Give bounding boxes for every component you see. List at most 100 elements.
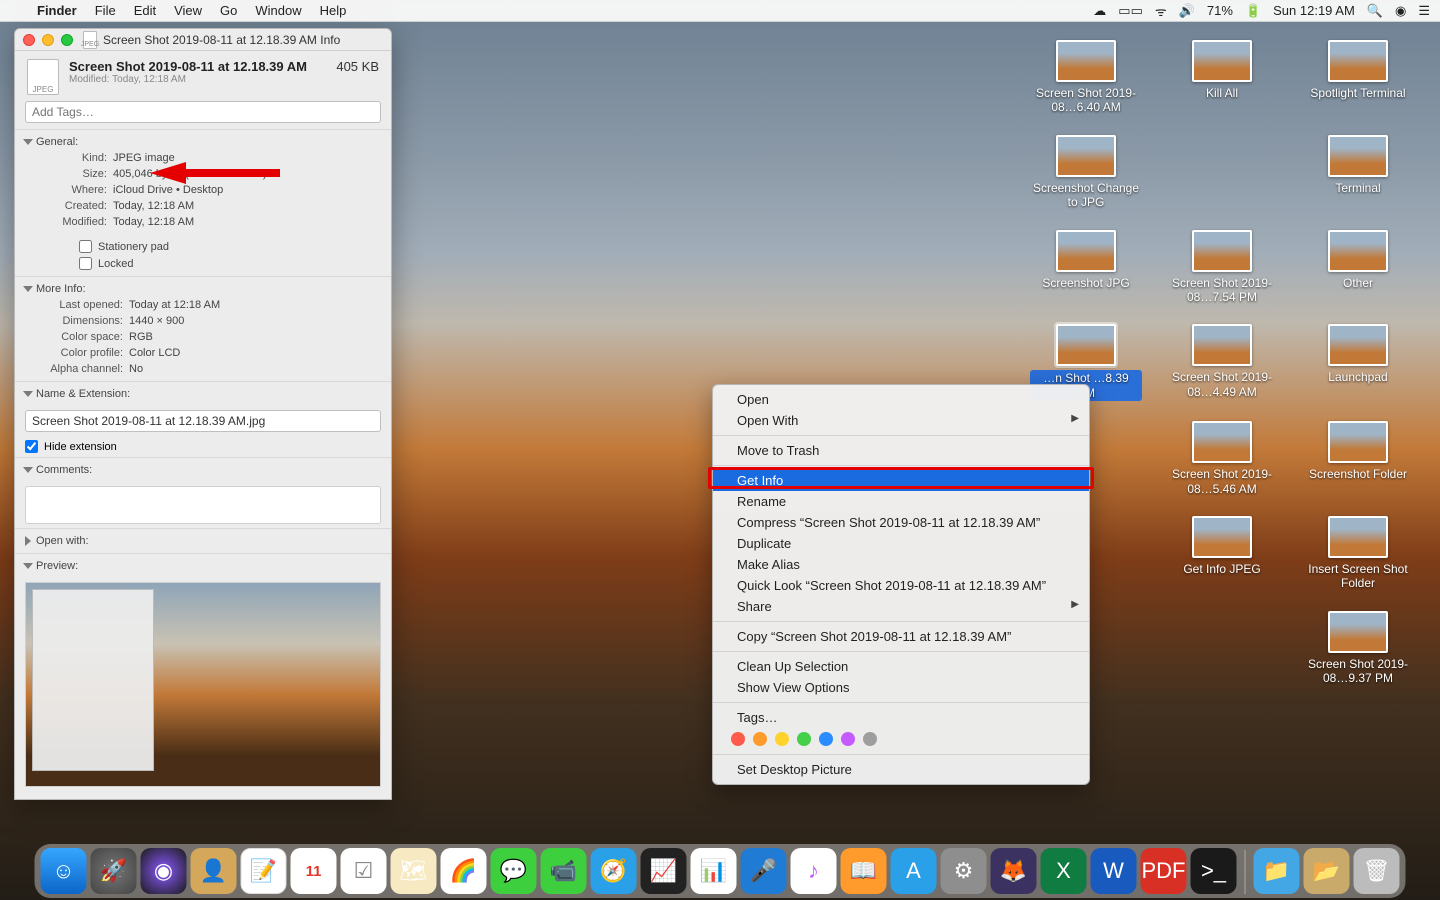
desktop-icon[interactable]: Screen Shot 2019-08…5.46 AM <box>1162 421 1282 496</box>
section-name-ext[interactable]: Name & Extension: <box>25 386 381 402</box>
dock-calendar-icon[interactable]: 11 <box>291 848 337 894</box>
file-thumbnail-icon: JPEG <box>27 59 59 95</box>
desktop-icon[interactable]: Insert Screen Shot Folder <box>1298 516 1418 591</box>
dock-pdf-icon[interactable]: PDF <box>1141 848 1187 894</box>
tag-color-dot[interactable] <box>753 732 767 746</box>
section-more-info[interactable]: More Info: <box>25 281 381 297</box>
dock-siri-icon[interactable]: ◉ <box>141 848 187 894</box>
menu-view-options[interactable]: Show View Options <box>713 677 1089 698</box>
icloud-upload-icon[interactable]: ☁︎ <box>1093 3 1106 19</box>
desktop-icon[interactable]: Screen Shot 2019-08…6.40 AM <box>1026 40 1146 115</box>
section-general[interactable]: General: <box>25 134 381 150</box>
dock-safari-icon[interactable]: 🧭 <box>591 848 637 894</box>
dock-stocks-icon[interactable]: 📈 <box>641 848 687 894</box>
desktop-icon[interactable]: Spotlight Terminal <box>1298 40 1418 115</box>
tag-color-dot[interactable] <box>731 732 745 746</box>
desktop-icon[interactable]: Get Info JPEG <box>1162 516 1282 591</box>
comments-textarea[interactable] <box>25 486 381 524</box>
menu-window[interactable]: Window <box>246 3 310 18</box>
desktop-icon[interactable]: Screen Shot 2019-08…9.37 PM <box>1298 611 1418 686</box>
dock-terminal-icon[interactable]: >_ <box>1191 848 1237 894</box>
dock-finder-icon[interactable]: ☺ <box>41 848 87 894</box>
desktop-icon[interactable]: Screenshot JPG <box>1026 230 1146 305</box>
dock-photos-icon[interactable]: 🌈 <box>441 848 487 894</box>
hide-extension-checkbox[interactable] <box>25 440 38 453</box>
minimize-button[interactable] <box>42 34 54 46</box>
dock-numbers-icon[interactable]: 📊 <box>691 848 737 894</box>
desktop-icon[interactable]: Screen Shot 2019-08…4.49 AM <box>1162 324 1282 401</box>
dock-appstore-icon[interactable]: A <box>891 848 937 894</box>
display-icon[interactable]: ▭▭ <box>1118 3 1143 19</box>
tag-color-dot[interactable] <box>775 732 789 746</box>
dock-maps-icon[interactable]: 🗺 <box>391 848 437 894</box>
dock-excel-icon[interactable]: X <box>1041 848 1087 894</box>
desktop-icon[interactable]: Screenshot Change to JPG <box>1026 135 1146 210</box>
dock[interactable]: ☺ 🚀 ◉ 👤 📝 11 ☑︎ 🗺 🌈 💬 📹 🧭 📈 📊 🎤 ♪ 📖 A ⚙︎… <box>35 844 1406 898</box>
menu-open[interactable]: Open <box>713 389 1089 410</box>
desktop-icon[interactable]: Kill All <box>1162 40 1282 115</box>
desktop-icon[interactable]: Screenshot Folder <box>1298 421 1418 496</box>
dock-folder-icon[interactable]: 📂 <box>1304 848 1350 894</box>
menu-duplicate[interactable]: Duplicate <box>713 533 1089 554</box>
desktop-icon[interactable]: Other <box>1298 230 1418 305</box>
siri-icon[interactable]: ◉ <box>1395 3 1406 19</box>
desktop-icon[interactable]: Terminal <box>1298 135 1418 210</box>
close-button[interactable] <box>23 34 35 46</box>
dock-downloads-icon[interactable]: 📁 <box>1254 848 1300 894</box>
name-extension-input[interactable] <box>25 410 381 432</box>
dock-trash-icon[interactable]: 🗑 <box>1354 848 1400 894</box>
dock-notes-icon[interactable]: 📝 <box>241 848 287 894</box>
wifi-icon[interactable]: ᯤ <box>1155 2 1167 20</box>
menu-get-info[interactable]: Get Info <box>713 470 1089 491</box>
menu-rename[interactable]: Rename <box>713 491 1089 512</box>
menu-edit[interactable]: Edit <box>125 3 165 18</box>
dock-books-icon[interactable]: 📖 <box>841 848 887 894</box>
volume-icon[interactable]: 🔊 <box>1179 3 1195 19</box>
menu-compress[interactable]: Compress “Screen Shot 2019-08-11 at 12.1… <box>713 512 1089 533</box>
menu-bar[interactable]: Finder File Edit View Go Window Help ☁︎ … <box>0 0 1440 22</box>
desktop-icon[interactable]: Launchpad <box>1298 324 1418 401</box>
menu-open-with[interactable]: Open With <box>713 410 1089 431</box>
spotlight-icon[interactable]: 🔍 <box>1367 3 1383 19</box>
desktop-icon-label: Get Info JPEG <box>1183 562 1260 576</box>
menu-file[interactable]: File <box>86 3 125 18</box>
menu-copy[interactable]: Copy “Screen Shot 2019-08-11 at 12.18.39… <box>713 626 1089 647</box>
menu-quick-look[interactable]: Quick Look “Screen Shot 2019-08-11 at 12… <box>713 575 1089 596</box>
dock-preferences-icon[interactable]: ⚙︎ <box>941 848 987 894</box>
menu-tags[interactable]: Tags… <box>713 707 1089 728</box>
section-comments[interactable]: Comments: <box>25 462 381 478</box>
menu-view[interactable]: View <box>165 3 211 18</box>
dock-keynote-icon[interactable]: 🎤 <box>741 848 787 894</box>
tag-color-dot[interactable] <box>841 732 855 746</box>
tag-color-dot[interactable] <box>863 732 877 746</box>
dock-contacts-icon[interactable]: 👤 <box>191 848 237 894</box>
menu-move-trash[interactable]: Move to Trash <box>713 440 1089 461</box>
menu-set-desktop[interactable]: Set Desktop Picture <box>713 759 1089 780</box>
menu-share[interactable]: Share <box>713 596 1089 617</box>
tag-color-dot[interactable] <box>797 732 811 746</box>
desktop-icon[interactable]: Screen Shot 2019-08…7.54 PM <box>1162 230 1282 305</box>
section-preview[interactable]: Preview: <box>25 558 381 574</box>
locked-checkbox[interactable] <box>79 257 92 270</box>
stationery-checkbox[interactable] <box>79 240 92 253</box>
dock-itunes-icon[interactable]: ♪ <box>791 848 837 894</box>
dock-facetime-icon[interactable]: 📹 <box>541 848 587 894</box>
dock-messages-icon[interactable]: 💬 <box>491 848 537 894</box>
window-titlebar[interactable]: JPEGScreen Shot 2019-08-11 at 12.18.39 A… <box>15 29 391 51</box>
zoom-button[interactable] <box>61 34 73 46</box>
dock-word-icon[interactable]: W <box>1091 848 1137 894</box>
dock-firefox-icon[interactable]: 🦊 <box>991 848 1037 894</box>
menu-help[interactable]: Help <box>311 3 356 18</box>
section-open-with[interactable]: Open with: <box>25 533 381 549</box>
menu-go[interactable]: Go <box>211 3 246 18</box>
dock-launchpad-icon[interactable]: 🚀 <box>91 848 137 894</box>
menu-make-alias[interactable]: Make Alias <box>713 554 1089 575</box>
clock[interactable]: Sun 12:19 AM <box>1273 3 1355 18</box>
battery-icon[interactable]: 🔋 <box>1245 3 1261 19</box>
menu-app[interactable]: Finder <box>28 3 86 18</box>
tag-color-dot[interactable] <box>819 732 833 746</box>
notification-center-icon[interactable]: ☰ <box>1418 3 1430 19</box>
dock-reminders-icon[interactable]: ☑︎ <box>341 848 387 894</box>
tags-input[interactable] <box>25 101 381 123</box>
menu-clean-up[interactable]: Clean Up Selection <box>713 656 1089 677</box>
